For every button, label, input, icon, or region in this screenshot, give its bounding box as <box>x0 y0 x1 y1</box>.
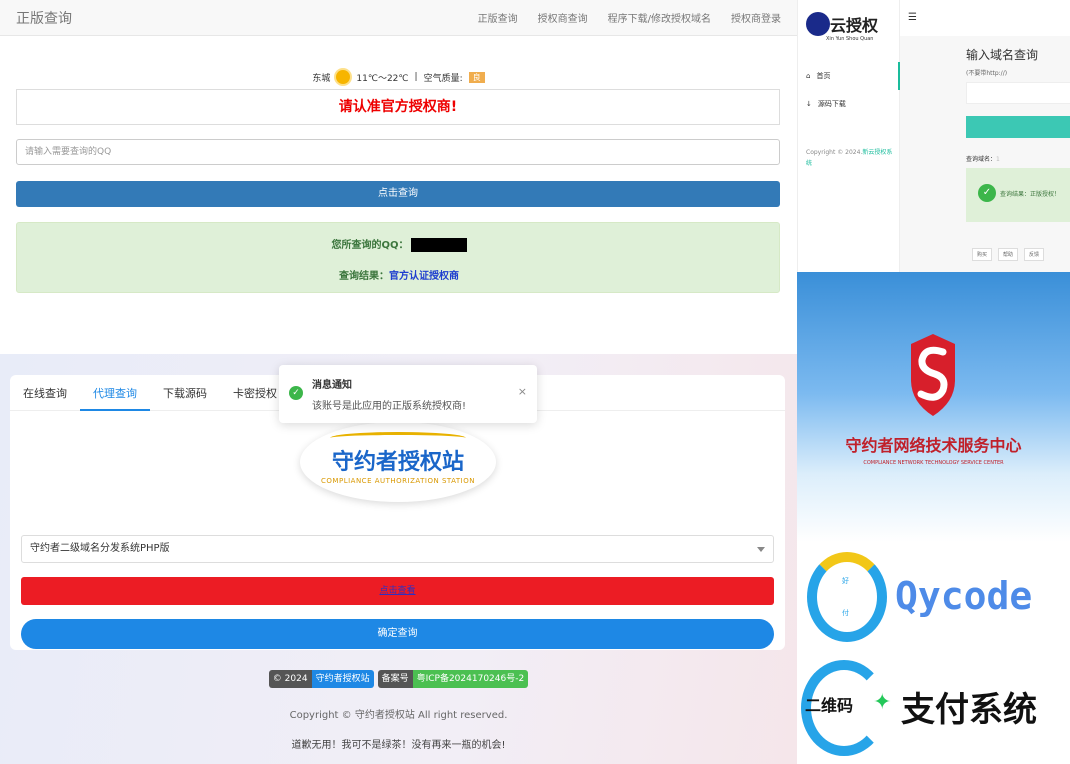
official-query-page: 正版查询 正版查询 授权商查询 程序下载/修改授权域名 授权商登录 东城 11℃… <box>0 0 797 354</box>
menu-icon[interactable]: ☰ <box>908 12 917 23</box>
ring-top-char: 好 <box>842 577 849 585</box>
confirm-query-button[interactable]: 确定查询 <box>21 619 774 649</box>
tab-agent-query[interactable]: 代理查询 <box>80 375 150 411</box>
nav-link-agent-login[interactable]: 授权商登录 <box>731 10 781 25</box>
domain-value: 1 <box>996 156 1000 163</box>
weather-city: 东城 <box>312 73 331 84</box>
queried-domain: 查询域名：1 <box>966 154 1000 163</box>
service-center-title: 守约者网络技术服务中心 <box>845 436 1022 455</box>
red-button-label[interactable]: 点击查看 <box>379 586 415 596</box>
sidebar-logo: 云授权 Xin Yun Shou Quan <box>806 10 894 46</box>
domain-result-box: ✓ 查询结果：正版授权！ <box>966 168 1070 222</box>
query-title: 输入域名查询 <box>966 48 1039 62</box>
sidebar-item-label: 源码下载 <box>817 100 846 108</box>
service-center-subtitle: COMPLIANCE NETWORK TECHNOLOGY SERVICE CE… <box>863 460 1004 466</box>
nav-link-download[interactable]: 程序下载/修改授权域名 <box>608 10 711 25</box>
nav-link-agent-query[interactable]: 授权商查询 <box>538 10 588 25</box>
query-button[interactable]: 点击查询 <box>16 181 780 207</box>
result-status-value: 官方认证授权商 <box>389 271 459 282</box>
result-status-label: 查询结果： <box>339 271 389 282</box>
shield-s-logo-icon <box>911 334 955 416</box>
badge-year: © 2024 <box>268 670 312 688</box>
download-icon: ↓ <box>806 100 812 108</box>
footer-slogan: 道歉无用！我可不是绿茶！没有再来一瓶的机会! <box>291 740 506 751</box>
logo-subtext: Xin Yun Shou Quan <box>826 36 874 42</box>
badge-icp-number: 粤ICP备2024170246号-2 <box>412 670 529 688</box>
home-icon: ⌂ <box>806 72 811 80</box>
qycode-pay-logos: 好 付 Qycode 二维码 ✦ 支付系统 <box>797 542 1070 764</box>
qycode-wordmark: Qycode <box>895 574 1033 618</box>
authorization-station-page: 在线查询 代理查询 下载源码 卡密授权 守约者授权站 COMPLIANCE AU… <box>0 354 797 764</box>
sidebar: 云授权 Xin Yun Shou Quan ⌂ 首页 ↓ 源码下载 Copyri… <box>798 0 900 272</box>
weather-temp: 11℃～22℃ <box>356 73 409 84</box>
qq-search-input[interactable]: 请输入需要查询的QQ <box>16 139 780 165</box>
star-icon: ✦ <box>873 690 892 715</box>
sidebar-item-download[interactable]: ↓ 源码下载 <box>798 90 900 118</box>
tab-download-source[interactable]: 下载源码 <box>150 375 220 411</box>
badge-site: 守约者授权站 <box>311 670 374 688</box>
query-main: 输入域名查询 (不要带http://) 查询域名：1 ✓ 查询结果：正版授权！ … <box>900 36 1070 272</box>
result-qq-line: 您所查询的QQ： <box>17 236 781 252</box>
domain-query-page: 云授权 Xin Yun Shou Quan ⌂ 首页 ↓ 源码下载 Copyri… <box>797 0 1070 272</box>
logo-icon <box>806 12 830 36</box>
copyright-prefix: Copyright © 2024. <box>806 149 863 156</box>
check-circle-icon: ✓ <box>978 184 996 202</box>
check-circle-icon: ✓ <box>289 386 303 400</box>
nav-link-official[interactable]: 正版查询 <box>478 10 518 25</box>
sidebar-copyright: Copyright © 2024.新云授权系统 <box>806 148 896 170</box>
query-result-box: 您所查询的QQ： 查询结果：官方认证授权商 <box>16 222 780 293</box>
air-quality-label: 空气质量: <box>423 73 463 84</box>
system-select[interactable]: 守约者二级域名分发系统PHP版 <box>21 535 774 563</box>
footer-help[interactable]: 帮助 <box>998 248 1019 261</box>
navbar-brand[interactable]: 正版查询 <box>16 8 72 28</box>
domain-label: 查询域名： <box>966 156 997 163</box>
result-qq-label: 您所查询的QQ： <box>331 240 409 251</box>
pay-left-text: 二维码 <box>805 696 854 715</box>
sidebar-item-home[interactable]: ⌂ 首页 <box>798 62 900 90</box>
query-hint: (不要带http://) <box>966 70 1008 77</box>
toast-title: 消息通知 <box>312 380 352 391</box>
qycode-ring-icon: 好 付 <box>807 552 887 642</box>
weather-widget: 东城 11℃～22℃ | 空气质量: 良 <box>0 70 797 84</box>
warning-banner: 请认准官方授权商! <box>16 89 780 125</box>
domain-input[interactable] <box>966 82 1070 104</box>
redacted-qq <box>410 238 467 252</box>
chevron-down-icon <box>757 547 765 552</box>
red-action-button[interactable]: 点击查看 <box>21 577 774 605</box>
service-center-banner: 守约者网络技术服务中心 COMPLIANCE NETWORK TECHNOLOG… <box>797 272 1070 542</box>
sidebar-menu: ⌂ 首页 ↓ 源码下载 <box>798 62 900 118</box>
footer-buy[interactable]: 购买 <box>972 248 993 261</box>
station-logo: 守约者授权站 COMPLIANCE AUTHORIZATION STATION <box>300 422 496 502</box>
notification-toast: ✓ 消息通知 该账号是此应用的正版系统授权商! × <box>279 365 537 423</box>
air-quality-badge: 良 <box>468 71 485 83</box>
top-navbar: 正版查询 正版查询 授权商查询 程序下载/修改授权域名 授权商登录 <box>0 0 797 36</box>
ring-bottom-char: 付 <box>842 609 849 617</box>
footer-feedback[interactable]: 反馈 <box>1024 248 1045 261</box>
copyright-badge[interactable]: © 2024 守约者授权站 <box>268 670 374 688</box>
domain-result-text: 查询结果：正版授权！ <box>1000 191 1061 198</box>
sidebar-item-label: 首页 <box>816 72 831 80</box>
logo-wave-icon <box>330 432 466 444</box>
tab-online-query[interactable]: 在线查询 <box>10 375 80 411</box>
icp-badge[interactable]: 备案号 粤ICP备2024170246号-2 <box>377 670 529 688</box>
pay-system-text: 支付系统 <box>901 690 1037 730</box>
close-icon[interactable]: × <box>518 385 527 398</box>
domain-query-button[interactable] <box>966 116 1070 138</box>
result-status-line: 查询结果：官方认证授权商 <box>17 267 781 282</box>
footer-copyright: Copyright © 守约者授权站 All right reserved. <box>289 710 508 721</box>
logo-title: 守约者授权站 <box>331 450 464 475</box>
toast-message: 该账号是此应用的正版系统授权商! <box>312 401 467 412</box>
logo-text: 云授权 <box>830 16 879 35</box>
badge-icp-label: 备案号 <box>377 670 413 688</box>
query-footer-links: 购买 帮助 反馈 <box>972 248 1045 261</box>
select-value: 守约者二级域名分发系统PHP版 <box>30 543 170 554</box>
footer-badges: © 2024 守约者授权站 备案号 粤ICP备2024170246号-2 <box>0 670 797 688</box>
navbar-links: 正版查询 授权商查询 程序下载/修改授权域名 授权商登录 <box>478 10 781 25</box>
logo-subtitle: COMPLIANCE AUTHORIZATION STATION <box>321 477 475 485</box>
weather-sep: | <box>414 72 418 82</box>
sun-icon <box>336 70 351 84</box>
